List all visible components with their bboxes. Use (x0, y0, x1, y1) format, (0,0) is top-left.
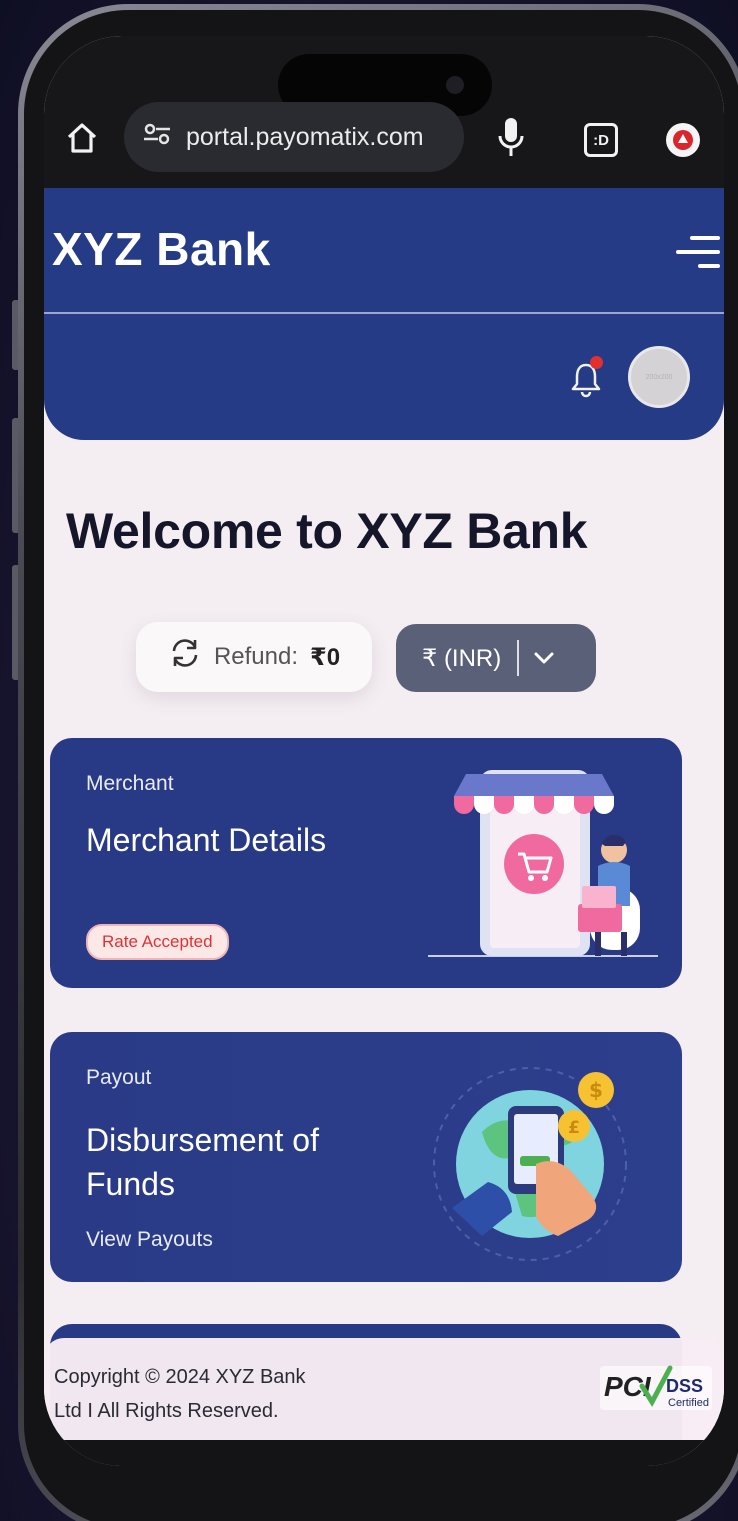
svg-text:$: $ (589, 1078, 603, 1102)
address-bar[interactable]: portal.payomatix.com (124, 102, 464, 172)
footer: Copyright © 2024 XYZ Bank Ltd I All Righ… (44, 1338, 724, 1440)
phone-screen: portal.payomatix.com :D XYZ Bank 200x200… (44, 36, 724, 1466)
site-settings-icon[interactable] (142, 122, 172, 152)
page-title: Welcome to XYZ Bank (66, 503, 588, 559)
merchant-card[interactable]: Merchant Merchant Details Rate Accepted (50, 738, 682, 988)
card-kicker: Merchant (86, 772, 174, 795)
header-divider (44, 312, 724, 314)
card-title: Disbursement of Funds (86, 1122, 319, 1202)
notification-badge (590, 356, 603, 369)
phone-bottom-bezel (44, 1440, 724, 1466)
refresh-icon (168, 638, 202, 676)
tab-count: :D (593, 131, 609, 149)
microphone-icon[interactable] (496, 116, 526, 160)
menu-icon[interactable] (676, 236, 720, 270)
front-camera (446, 76, 464, 94)
card-kicker: Payout (86, 1066, 152, 1089)
copyright-line-2: Ltd I All Rights Reserved. (54, 1400, 279, 1422)
app-header: XYZ Bank 200x200 (44, 188, 724, 440)
currency-select[interactable]: ₹ (INR) (396, 624, 596, 692)
chevron-down-icon (533, 646, 555, 670)
brand-title: XYZ Bank (52, 223, 271, 275)
tab-switcher-icon[interactable]: :D (584, 123, 618, 157)
avatar[interactable]: 200x200 (628, 346, 690, 408)
storefront-illustration (428, 770, 658, 957)
home-icon[interactable] (64, 120, 100, 156)
currency-divider (517, 640, 520, 676)
view-payouts-link[interactable]: View Payouts (86, 1228, 213, 1252)
copyright-text: Copyright © 2024 XYZ Bank Ltd I All Righ… (54, 1360, 306, 1428)
url-text[interactable]: portal.payomatix.com (186, 123, 424, 152)
refund-pill[interactable]: Refund: ₹0 (136, 622, 372, 692)
copyright-line-1: Copyright © 2024 XYZ Bank (54, 1366, 306, 1388)
payout-card[interactable]: Payout Disbursement of Funds View Payout… (50, 1032, 682, 1282)
svg-text:DSS: DSS (666, 1376, 703, 1396)
svg-text:Certified: Certified (668, 1397, 709, 1409)
pci-dss-logo: PCI DSS Certified (600, 1365, 712, 1410)
svg-text:£: £ (568, 1118, 580, 1138)
status-badge: Rate Accepted (86, 924, 229, 960)
avatar-placeholder-text: 200x200 (645, 373, 673, 381)
currency-value: ₹ (INR) (422, 644, 502, 672)
refund-label: Refund: (213, 643, 298, 670)
browser-toolbar: portal.payomatix.com :D (44, 36, 724, 188)
global-payments-illustration: $ £ (433, 1067, 627, 1261)
update-icon[interactable] (666, 123, 700, 157)
refund-value: ₹0 (310, 643, 341, 671)
card-title: Merchant Details (86, 822, 327, 858)
